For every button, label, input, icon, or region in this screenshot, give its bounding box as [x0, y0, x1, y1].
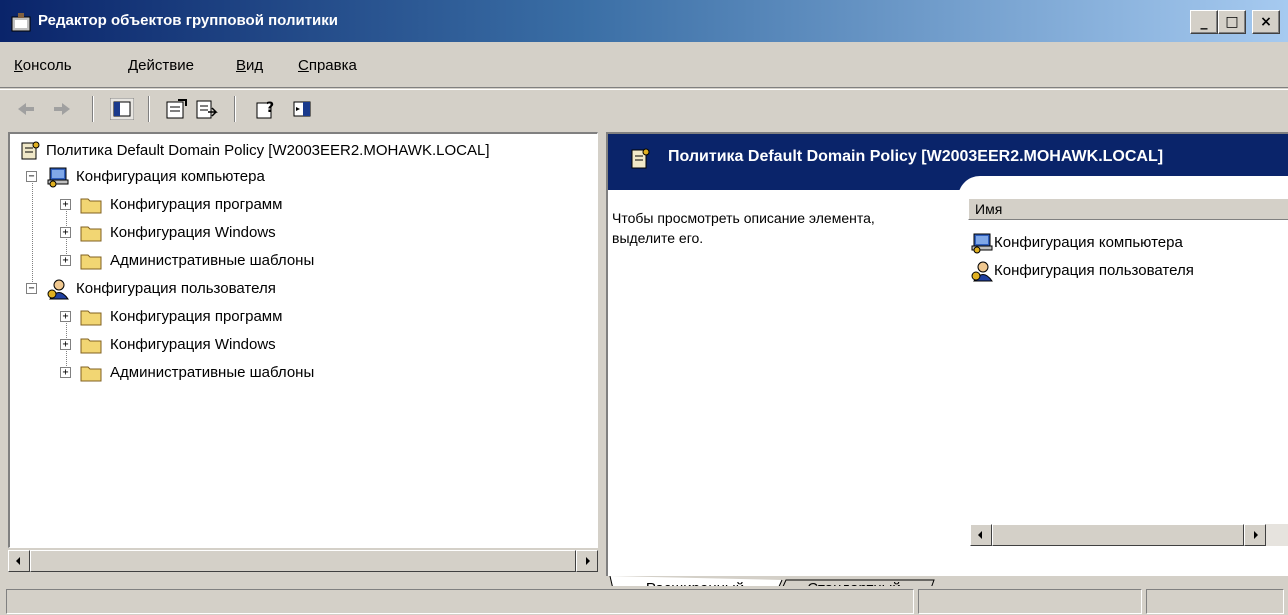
toolbar: ?: [0, 89, 1288, 127]
menu-action-label: ействие: [138, 57, 194, 74]
details-pane: Политика Default Domain Policy [W2003EER…: [606, 132, 1288, 576]
menu-help[interactable]: Справка: [298, 57, 357, 74]
menu-view[interactable]: Вид: [236, 57, 263, 74]
expand-toggle[interactable]: +: [60, 255, 71, 266]
folder-icon: [80, 338, 102, 354]
menu-console-label: онсоль: [22, 57, 72, 74]
list-item-label: Конфигурация пользователя: [994, 262, 1194, 279]
column-header-name[interactable]: Имя: [968, 198, 1288, 220]
tree-line: [32, 176, 33, 292]
policy-scroll-icon: [21, 141, 40, 160]
menu-action[interactable]: Действие: [128, 57, 194, 74]
policy-scroll-icon: [631, 148, 650, 169]
description-text: Чтобы просмотреть описание элемента, выд…: [612, 210, 875, 246]
tree-item-windows-settings[interactable]: + Конфигурация Windows: [58, 332, 558, 358]
expand-toggle[interactable]: +: [60, 227, 71, 238]
minimize-button[interactable]: _: [1190, 10, 1218, 34]
expand-toggle[interactable]: +: [60, 339, 71, 350]
show-hide-console-tree-icon[interactable]: [110, 98, 134, 120]
scroll-right-arrow-icon: [1254, 531, 1258, 539]
toolbar-separator: [92, 96, 94, 122]
gpo-editor-icon: [11, 13, 31, 32]
tree-item-windows-settings[interactable]: + Конфигурация Windows: [58, 220, 558, 246]
tree-item-label: Административные шаблоны: [110, 252, 315, 269]
tree-item-software-settings[interactable]: + Конфигурация программ: [58, 304, 558, 330]
close-button[interactable]: ×: [1252, 10, 1280, 34]
collapse-toggle[interactable]: −: [26, 171, 37, 182]
scroll-left-arrow-icon: [16, 557, 20, 565]
collapse-toggle[interactable]: −: [26, 283, 37, 294]
console-tree[interactable]: Политика Default Domain Policy [W2003EER…: [8, 132, 598, 548]
tree-item-label: Конфигурация компьютера: [76, 168, 265, 185]
tree-root[interactable]: Политика Default Domain Policy [W2003EER…: [14, 138, 594, 164]
menu-console-accel: К: [14, 57, 23, 74]
status-panel-main: [6, 589, 914, 614]
menu-bar: Консоль Действие Вид Справка: [0, 42, 1288, 88]
column-header-label: Имя: [975, 201, 1003, 217]
menu-action-accel: Д: [128, 57, 139, 74]
tree-item-admin-templates[interactable]: + Административные шаблоны: [58, 360, 558, 386]
user-config-icon: [47, 279, 69, 300]
details-header-title: Политика Default Domain Policy [W2003EER…: [668, 148, 1164, 165]
properties-icon[interactable]: [164, 98, 188, 120]
tree-item-user-config[interactable]: − Конфигурация пользователя: [24, 276, 524, 302]
maximize-button[interactable]: □: [1218, 10, 1246, 34]
scroll-thumb[interactable]: [992, 524, 1244, 546]
folder-icon: [80, 310, 102, 326]
computer-config-icon: [971, 233, 993, 254]
export-list-icon[interactable]: [194, 98, 218, 120]
menu-help-accel: С: [298, 57, 309, 74]
menu-help-label: правка: [308, 57, 357, 74]
expand-toggle[interactable]: +: [60, 311, 71, 322]
scroll-right-arrow-icon: [586, 557, 590, 565]
tree-item-computer-config[interactable]: − Конфигурация компьютера: [24, 164, 524, 190]
scroll-right-button[interactable]: [576, 550, 598, 572]
tree-item-admin-templates[interactable]: + Административные шаблоны: [58, 248, 558, 274]
title-bar[interactable]: Редактор объектов групповой политики _ □…: [0, 0, 1288, 42]
user-config-icon: [971, 261, 993, 282]
folder-icon: [80, 366, 102, 382]
back-arrow-icon[interactable]: [14, 98, 38, 120]
toolbar-separator: [234, 96, 236, 122]
expand-toggle[interactable]: +: [60, 199, 71, 210]
tree-item-label: Конфигурация программ: [110, 196, 283, 213]
computer-config-icon: [47, 167, 69, 188]
scroll-left-arrow-icon: [978, 531, 982, 539]
tree-horizontal-scrollbar[interactable]: [8, 550, 598, 572]
show-hide-action-pane-icon[interactable]: [290, 98, 314, 120]
menu-view-accel: В: [236, 57, 247, 74]
status-panel-2: [918, 589, 1142, 614]
tree-item-label: Конфигурация Windows: [110, 336, 276, 353]
status-panel-3: [1146, 589, 1284, 614]
tree-item-label: Административные шаблоны: [110, 364, 315, 381]
folder-icon: [80, 198, 102, 214]
folder-icon: [80, 254, 102, 270]
tree-item-label: Конфигурация пользователя: [76, 280, 276, 297]
tree-item-label: Конфигурация программ: [110, 308, 283, 325]
tree-item-software-settings[interactable]: + Конфигурация программ: [58, 192, 558, 218]
expand-toggle[interactable]: +: [60, 367, 71, 378]
menu-view-label: ид: [246, 57, 264, 74]
toolbar-separator: [148, 96, 150, 122]
svg-text:?: ?: [266, 100, 274, 116]
status-bar: [0, 586, 1288, 615]
scroll-thumb[interactable]: [30, 550, 576, 572]
window-title: Редактор объектов групповой политики: [38, 12, 339, 29]
forward-arrow-icon[interactable]: [50, 98, 74, 120]
menu-console[interactable]: Консоль: [14, 57, 72, 74]
scroll-left-button[interactable]: [970, 524, 992, 546]
scroll-right-button[interactable]: [1244, 524, 1266, 546]
folder-icon: [80, 226, 102, 242]
list-item-label: Конфигурация компьютера: [994, 234, 1183, 251]
help-icon[interactable]: ?: [254, 98, 278, 120]
tree-root-label: Политика Default Domain Policy [W2003EER…: [46, 142, 490, 159]
scroll-left-button[interactable]: [8, 550, 30, 572]
tree-item-label: Конфигурация Windows: [110, 224, 276, 241]
details-horizontal-scrollbar[interactable]: [970, 524, 1288, 546]
